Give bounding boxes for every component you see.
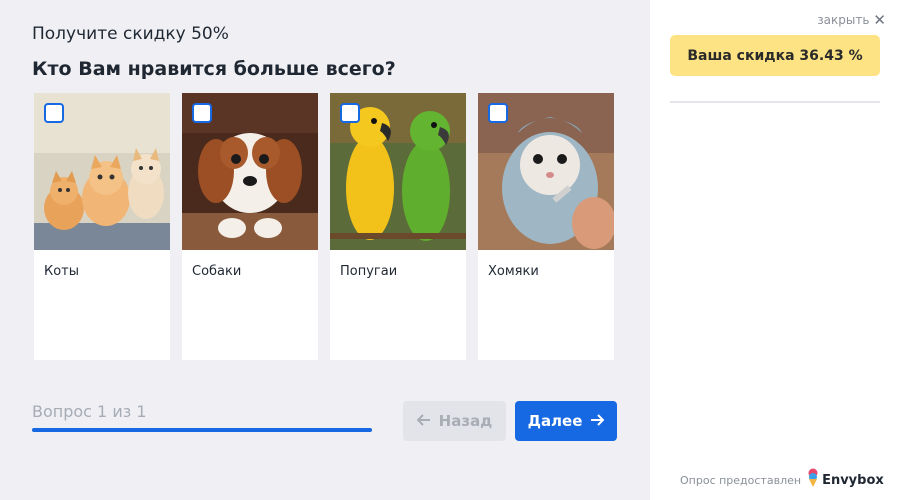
option-checkbox[interactable]: [192, 103, 212, 123]
option-card-cats[interactable]: Коты: [34, 93, 170, 360]
option-checkbox[interactable]: [44, 103, 64, 123]
survey-question: Кто Вам нравится больше всего?: [32, 58, 396, 80]
progress-bar: [32, 428, 372, 432]
option-label: Попугаи: [340, 264, 398, 279]
option-label: Собаки: [192, 264, 242, 279]
puppy-photo: [182, 93, 318, 250]
envybox-logo[interactable]: Envybox: [807, 468, 884, 492]
close-label: закрыть: [817, 13, 870, 27]
hamster-photo: [478, 93, 614, 250]
brand-name: Envybox: [822, 472, 884, 488]
discount-sidebar: закрыть ✕ Ваша скидка 36.43 % Опрос пред…: [650, 0, 900, 500]
option-card-hamsters[interactable]: Хомяки: [478, 93, 614, 360]
back-button-label: Назад: [438, 412, 493, 430]
footer-text: Опрос предоставлен: [680, 473, 802, 487]
arrow-left-icon: [416, 412, 431, 430]
divider: [670, 101, 880, 103]
back-button[interactable]: Назад: [403, 401, 506, 441]
parrots-photo: [330, 93, 466, 250]
close-button[interactable]: закрыть ✕: [817, 11, 886, 29]
ice-cream-icon: [807, 468, 819, 492]
option-card-parrots[interactable]: Попугаи: [330, 93, 466, 360]
option-label: Коты: [44, 264, 80, 279]
arrow-right-icon: [590, 412, 605, 430]
next-button-label: Далее: [527, 412, 583, 430]
option-checkbox[interactable]: [340, 103, 360, 123]
kittens-photo: [34, 93, 170, 250]
answer-options: Коты Собаки Попугаи Хомяки: [34, 93, 614, 360]
progress-bar-fill: [32, 428, 372, 432]
progress-text: Вопрос 1 из 1: [32, 402, 147, 421]
survey-subtitle: Получите скидку 50%: [32, 24, 229, 44]
close-icon: ✕: [873, 11, 886, 29]
discount-badge: Ваша скидка 36.43 %: [670, 35, 880, 76]
survey-panel: Получите скидку 50% Кто Вам нравится бол…: [0, 0, 650, 500]
provider-footer: Опрос предоставлен Envybox: [680, 468, 884, 492]
next-button[interactable]: Далее: [515, 401, 617, 441]
option-card-dogs[interactable]: Собаки: [182, 93, 318, 360]
option-checkbox[interactable]: [488, 103, 508, 123]
option-label: Хомяки: [488, 264, 539, 279]
